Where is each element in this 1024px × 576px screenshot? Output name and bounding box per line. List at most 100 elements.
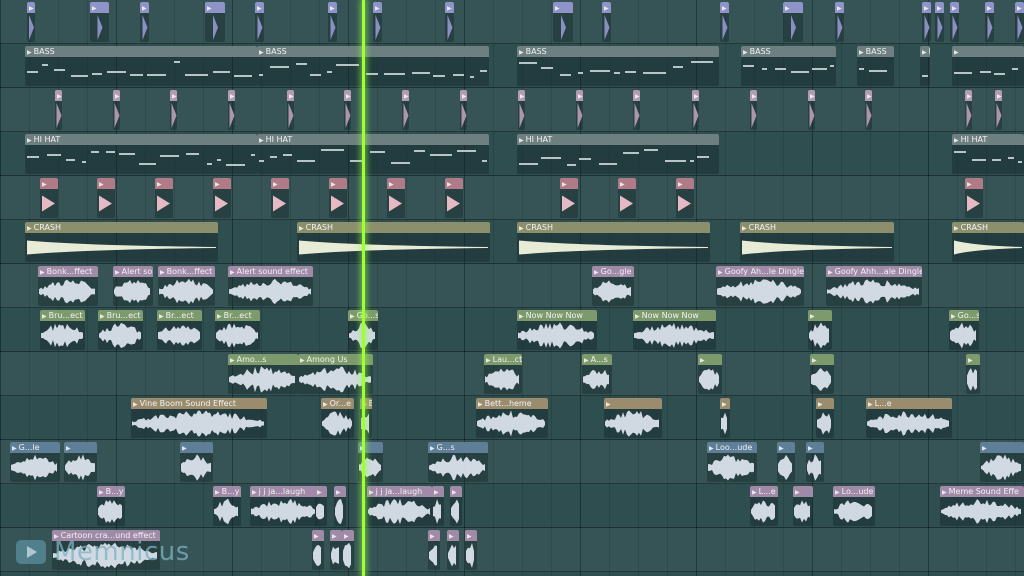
clip-header[interactable]: ▶ [447, 530, 459, 541]
audio-clip[interactable]: ▶ [330, 530, 342, 570]
clip-header[interactable]: ▶ [55, 90, 62, 101]
audio-clip[interactable]: ▶ [835, 2, 844, 42]
clip-header[interactable]: ▶ [602, 2, 611, 13]
clip-header[interactable]: ▶ Goofy Ah...le Dingle [716, 266, 804, 277]
audio-clip[interactable]: ▶ [428, 530, 440, 570]
clip-header[interactable]: ▶ [97, 178, 115, 189]
audio-clip[interactable]: ▶ [808, 310, 832, 350]
audio-clip[interactable]: ▶ [633, 90, 640, 130]
audio-clip[interactable]: ▶ [213, 178, 231, 218]
clip-header[interactable]: ▶ [965, 178, 983, 189]
clip-header[interactable]: ▶ [995, 90, 1002, 101]
audio-clip[interactable]: ▶ [793, 486, 813, 526]
clip-header[interactable]: ▶ Br...ect [215, 310, 260, 321]
audio-clip[interactable]: ▶ j j ja...laugh [250, 486, 318, 526]
audio-clip[interactable]: ▶ HI HAT [25, 134, 257, 174]
clip-header[interactable]: ▶ CRASH [297, 222, 490, 233]
audio-clip[interactable]: ▶ G...s [428, 442, 488, 482]
clip-header[interactable]: ▶ j j ja...laugh [250, 486, 318, 497]
clip-header[interactable]: ▶ [287, 90, 294, 101]
clip-header[interactable]: ▶ Goofy Ahh...ale Dingle [826, 266, 922, 277]
clip-header[interactable]: ▶ [965, 90, 972, 101]
clip-header[interactable]: ▶ Or...e [321, 398, 354, 409]
clip-header[interactable]: ▶ [445, 178, 463, 189]
audio-clip[interactable]: ▶ Lau...ct [484, 354, 522, 394]
audio-clip[interactable]: ▶ [676, 178, 694, 218]
audio-clip[interactable]: ▶ [980, 442, 1024, 482]
clip-header[interactable]: ▶ Amo...s [228, 354, 298, 365]
audio-clip[interactable]: ▶ [865, 90, 872, 130]
clip-header[interactable]: ▶ Now Now Now [517, 310, 597, 321]
audio-clip[interactable]: ▶ [465, 530, 477, 570]
clip-header[interactable]: ▶ [387, 178, 405, 189]
clip-header[interactable]: ▶ G...s [428, 442, 488, 453]
clip-header[interactable]: ▶ [553, 2, 573, 13]
audio-clip[interactable]: ▶ [312, 530, 324, 570]
clip-header[interactable]: ▶ [271, 178, 289, 189]
clip-header[interactable]: ▶ [432, 486, 444, 497]
clip-header[interactable]: ▶ j j ja...laugh [367, 486, 432, 497]
clip-header[interactable]: ▶ [334, 486, 346, 497]
audio-clip[interactable]: ▶BASS [741, 46, 836, 86]
audio-clip[interactable]: ▶ Amo...s [228, 354, 298, 394]
clip-header[interactable]: ▶BASS [920, 46, 930, 57]
audio-clip[interactable]: ▶ [935, 2, 944, 42]
audio-clip[interactable]: ▶ [965, 178, 983, 218]
clip-header[interactable]: ▶ [835, 2, 844, 13]
clip-header[interactable]: ▶ HI HAT [25, 134, 257, 145]
audio-clip[interactable]: ▶ [618, 178, 636, 218]
clip-header[interactable]: ▶ [698, 354, 722, 365]
clip-header[interactable]: ▶ Now Now Now [633, 310, 716, 321]
clip-header[interactable]: ▶ [155, 178, 173, 189]
clip-header[interactable]: ▶ [720, 398, 730, 409]
audio-clip[interactable]: ▶ [329, 178, 347, 218]
clip-header[interactable]: ▶ [816, 398, 834, 409]
playhead-marker[interactable] [362, 0, 365, 576]
clip-header[interactable]: ▶ [465, 530, 477, 541]
audio-clip[interactable]: ▶ Bett...heme [476, 398, 548, 438]
audio-clip[interactable]: ▶ [922, 2, 931, 42]
clip-header[interactable]: ▶ A...s [582, 354, 612, 365]
audio-clip[interactable]: ▶ [180, 442, 213, 482]
audio-clip[interactable]: ▶ [344, 90, 351, 130]
audio-clip[interactable]: ▶ Br...ect [157, 310, 202, 350]
clip-header[interactable]: ▶ [950, 2, 959, 13]
clip-header[interactable]: ▶ [952, 46, 1024, 57]
audio-clip[interactable]: ▶ [328, 2, 337, 42]
clip-header[interactable]: ▶ [450, 486, 462, 497]
clip-header[interactable]: ▶ CRASH [952, 222, 1024, 233]
clip-header[interactable]: ▶BASS [25, 46, 257, 57]
audio-clip[interactable]: ▶ [806, 442, 824, 482]
audio-clip[interactable]: ▶ [228, 90, 235, 130]
clip-header[interactable]: ▶ [342, 530, 354, 541]
audio-clip[interactable]: ▶ [445, 2, 454, 42]
audio-clip[interactable]: ▶ [287, 90, 294, 130]
audio-clip[interactable]: ▶ [271, 178, 289, 218]
audio-clip[interactable]: ▶ [140, 2, 149, 42]
audio-clip[interactable]: ▶ [604, 398, 662, 438]
clip-header[interactable]: ▶ CRASH [517, 222, 710, 233]
audio-clip[interactable]: ▶ [97, 178, 115, 218]
audio-clip[interactable]: ▶ Or...e [321, 398, 354, 438]
audio-clip[interactable]: ▶BASS [257, 46, 489, 86]
clip-header[interactable]: ▶ [518, 90, 525, 101]
clip-header[interactable]: ▶ [113, 90, 120, 101]
clip-header[interactable]: ▶ [777, 442, 795, 453]
audio-clip[interactable]: ▶ [602, 2, 611, 42]
clip-header[interactable]: ▶ [720, 2, 729, 13]
audio-clip[interactable]: ▶ [450, 486, 462, 526]
clip-header[interactable]: ▶ [692, 90, 699, 101]
clip-header[interactable]: ▶ B...y [97, 486, 125, 497]
audio-clip[interactable]: ▶BASS [920, 46, 930, 86]
clip-header[interactable]: ▶BASS [257, 46, 489, 57]
audio-clip[interactable]: ▶ [315, 486, 327, 526]
clip-header[interactable]: ▶ [213, 178, 231, 189]
audio-clip[interactable]: ▶ Goofy Ahh...ale Dingle [826, 266, 922, 306]
audio-clip[interactable]: ▶ [808, 90, 815, 130]
clip-header[interactable]: ▶ Bett...heme [476, 398, 548, 409]
clip-header[interactable]: ▶BASS [517, 46, 719, 57]
audio-clip[interactable]: ▶ Bonk...ffect [158, 266, 215, 306]
clip-header[interactable]: ▶ L...e [866, 398, 952, 409]
clip-header[interactable]: ▶ [330, 530, 342, 541]
clip-header[interactable]: ▶ HI HAT [257, 134, 489, 145]
